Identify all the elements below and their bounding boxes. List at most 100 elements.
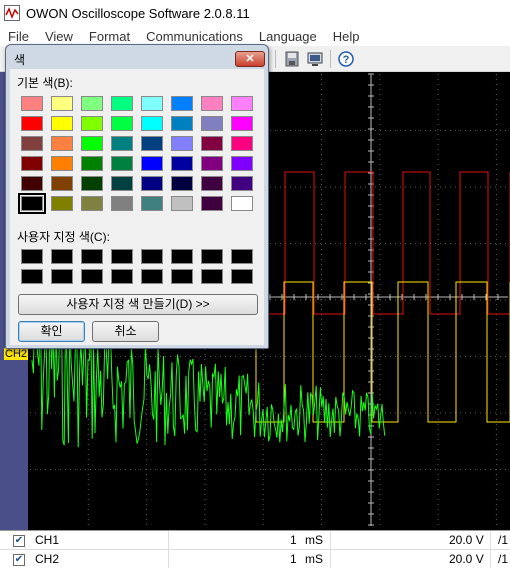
basic-color-swatch[interactable]	[201, 176, 223, 191]
channel-checkbox[interactable]: ✔	[13, 535, 25, 547]
basic-color-swatch[interactable]	[51, 136, 73, 151]
ch1-waveform	[230, 281, 510, 423]
custom-color-swatch[interactable]	[81, 249, 103, 264]
basic-color-swatch[interactable]	[18, 193, 46, 214]
basic-color-swatch[interactable]	[111, 196, 133, 211]
basic-color-swatch[interactable]	[141, 176, 163, 191]
basic-color-swatch[interactable]	[51, 116, 73, 131]
basic-color-swatch[interactable]	[81, 136, 103, 151]
basic-color-swatch[interactable]	[231, 196, 253, 211]
basic-color-swatch[interactable]	[21, 176, 43, 191]
basic-color-swatch[interactable]	[171, 196, 193, 211]
channel-table: ✔ CH1 1 mS 20.0 V/1 ✔ CH2 1 mS 20.0 V/1	[0, 530, 510, 568]
column-separator	[168, 531, 169, 550]
close-button[interactable]: ✕	[235, 51, 265, 67]
channel-name: CH1	[35, 533, 60, 547]
probe-ratio: /1	[498, 552, 509, 566]
basic-color-swatch[interactable]	[171, 136, 193, 151]
basic-color-swatch[interactable]	[231, 156, 253, 171]
basic-color-swatch[interactable]	[201, 96, 223, 111]
title-bar: OWON Oscilloscope Software 2.0.8.11	[0, 0, 510, 26]
custom-color-swatch[interactable]	[21, 269, 43, 284]
basic-color-swatch[interactable]	[21, 116, 43, 131]
basic-color-swatch[interactable]	[141, 116, 163, 131]
basic-color-swatch[interactable]	[231, 136, 253, 151]
basic-color-swatch[interactable]	[201, 156, 223, 171]
channel-checkbox[interactable]: ✔	[13, 554, 25, 566]
basic-color-swatch[interactable]	[201, 116, 223, 131]
custom-color-swatch[interactable]	[201, 249, 223, 264]
define-custom-colors-button[interactable]: 사용자 지정 색 만들기(D) >>	[18, 294, 258, 315]
color-dialog-title: 색	[14, 53, 26, 67]
custom-color-swatch[interactable]	[81, 269, 103, 284]
basic-color-swatch[interactable]	[51, 176, 73, 191]
basic-color-swatch[interactable]	[111, 116, 133, 131]
custom-color-swatch[interactable]	[171, 249, 193, 264]
basic-color-swatch[interactable]	[21, 96, 43, 111]
menu-help[interactable]: Help	[325, 29, 368, 44]
help-icon[interactable]: ?	[337, 50, 355, 68]
menu-format[interactable]: Format	[81, 29, 138, 44]
basic-color-swatch[interactable]	[171, 156, 193, 171]
menu-language[interactable]: Language	[251, 29, 325, 44]
basic-color-swatch[interactable]	[141, 136, 163, 151]
basic-color-swatch[interactable]	[21, 136, 43, 151]
custom-color-swatch[interactable]	[231, 269, 253, 284]
basic-color-swatch[interactable]	[231, 176, 253, 191]
channel-name: CH2	[35, 552, 60, 566]
save-icon[interactable]	[283, 50, 301, 68]
column-separator	[330, 531, 331, 550]
channel-row[interactable]: ✔ CH2 1 mS 20.0 V/1	[0, 550, 510, 568]
basic-color-swatch[interactable]	[21, 156, 43, 171]
custom-color-swatch[interactable]	[51, 249, 73, 264]
channel-row[interactable]: ✔ CH1 1 mS 20.0 V/1	[0, 531, 510, 550]
menu-bar: File View Format Communications Language…	[0, 26, 510, 46]
basic-color-swatch[interactable]	[81, 96, 103, 111]
custom-color-swatch[interactable]	[231, 249, 253, 264]
custom-color-swatch[interactable]	[111, 269, 133, 284]
basic-color-swatch[interactable]	[81, 176, 103, 191]
column-separator	[490, 531, 491, 550]
basic-color-swatch[interactable]	[51, 96, 73, 111]
custom-color-swatch[interactable]	[141, 269, 163, 284]
basic-color-swatch[interactable]	[81, 196, 103, 211]
basic-color-swatch[interactable]	[231, 96, 253, 111]
cancel-button[interactable]: 취소	[92, 321, 159, 342]
menu-communications[interactable]: Communications	[138, 29, 251, 44]
basic-color-swatch[interactable]	[141, 156, 163, 171]
time-div-value: 1	[290, 552, 297, 566]
column-separator	[168, 550, 169, 568]
menu-view[interactable]: View	[37, 29, 81, 44]
basic-color-swatch[interactable]	[51, 156, 73, 171]
window-title: OWON Oscilloscope Software 2.0.8.11	[26, 5, 250, 21]
basic-color-swatch[interactable]	[231, 116, 253, 131]
basic-color-swatch[interactable]	[111, 156, 133, 171]
menu-file[interactable]: File	[0, 29, 37, 44]
basic-color-swatch[interactable]	[141, 96, 163, 111]
basic-color-swatch[interactable]	[141, 196, 163, 211]
basic-color-swatch[interactable]	[201, 136, 223, 151]
basic-color-swatch[interactable]	[171, 96, 193, 111]
ch2-marker-label[interactable]: CH2	[4, 348, 29, 360]
custom-color-swatch[interactable]	[171, 269, 193, 284]
basic-color-swatch[interactable]	[201, 196, 223, 211]
custom-color-swatch[interactable]	[21, 249, 43, 264]
basic-color-swatch[interactable]	[111, 96, 133, 111]
custom-color-swatch[interactable]	[141, 249, 163, 264]
custom-color-swatch[interactable]	[51, 269, 73, 284]
basic-color-swatch[interactable]	[111, 136, 133, 151]
ok-button[interactable]: 확인	[18, 321, 85, 342]
custom-color-swatch[interactable]	[201, 269, 223, 284]
basic-color-swatch[interactable]	[81, 116, 103, 131]
basic-color-swatch[interactable]	[171, 116, 193, 131]
column-separator	[330, 550, 331, 568]
basic-color-swatch[interactable]	[81, 156, 103, 171]
basic-color-swatch[interactable]	[111, 176, 133, 191]
color-dialog-body: 기본 색(B): 사용자 지정 색(C): 사용자 지정 색 만들기(D) >>…	[10, 69, 264, 345]
custom-color-swatch[interactable]	[111, 249, 133, 264]
basic-color-swatch[interactable]	[51, 196, 73, 211]
probe-ratio: /1	[498, 533, 509, 547]
basic-color-swatch[interactable]	[171, 176, 193, 191]
monitor-icon[interactable]	[306, 50, 324, 68]
volt-div-value: 20.0 V	[449, 533, 484, 547]
